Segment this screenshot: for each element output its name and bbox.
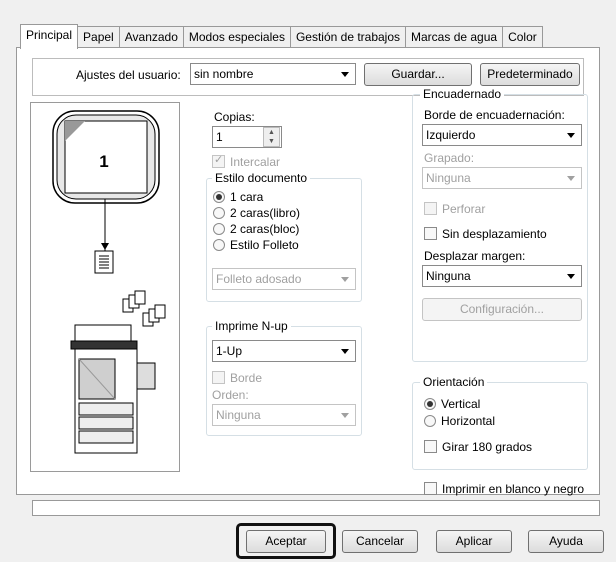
cancel-button[interactable]: Cancelar bbox=[342, 530, 418, 553]
user-settings-value: sin nombre bbox=[194, 67, 254, 81]
save-button[interactable]: Guardar... bbox=[364, 63, 472, 86]
punch-label: Perforar bbox=[442, 202, 486, 216]
option-2-caras-libro-label: 2 caras(libro) bbox=[230, 206, 301, 220]
preview-area: 1 bbox=[30, 102, 180, 472]
default-button[interactable]: Predeterminado bbox=[480, 63, 580, 86]
down-arrow-icon: ▼ bbox=[268, 138, 275, 145]
user-settings-label: Ajustes del usuario: bbox=[76, 68, 181, 82]
order-label: Orden: bbox=[212, 388, 249, 402]
nup-title: Imprime N-up bbox=[212, 319, 291, 333]
border-label: Borde bbox=[230, 371, 263, 385]
nup-select[interactable]: 1-Up bbox=[212, 340, 356, 362]
staple-value: Ninguna bbox=[426, 171, 471, 185]
tab-principal[interactable]: Principal bbox=[20, 24, 79, 49]
rotate-180-label: Girar 180 grados bbox=[442, 440, 533, 454]
copies-label: Copias: bbox=[214, 110, 255, 124]
chevron-down-icon bbox=[341, 413, 349, 418]
collate-label: Intercalar bbox=[230, 155, 281, 169]
copies-value: 1 bbox=[216, 130, 223, 144]
chevron-down-icon bbox=[567, 176, 575, 181]
tab-marcas-agua[interactable]: Marcas de agua bbox=[405, 26, 504, 48]
horizontal-label: Horizontal bbox=[441, 414, 496, 428]
radio-horizontal[interactable] bbox=[424, 415, 436, 427]
radio-estilo-folleto[interactable] bbox=[213, 239, 225, 251]
radio-1-cara[interactable] bbox=[213, 191, 225, 203]
bw-label: Imprimir en blanco y negro bbox=[442, 482, 585, 496]
radio-2-caras-libro[interactable] bbox=[213, 207, 225, 219]
user-settings-select[interactable]: sin nombre bbox=[190, 63, 356, 85]
up-arrow-icon: ▲ bbox=[268, 129, 275, 136]
chevron-down-icon bbox=[341, 72, 349, 77]
binding-edge-value: Izquierdo bbox=[426, 128, 476, 142]
margin-select[interactable]: Ninguna bbox=[422, 265, 582, 287]
order-value: Ninguna bbox=[216, 408, 261, 422]
order-select[interactable]: Ninguna bbox=[212, 404, 356, 426]
margin-value: Ninguna bbox=[426, 269, 471, 283]
no-offset-label: Sin desplazamiento bbox=[442, 227, 547, 241]
tab-papel[interactable]: Papel bbox=[77, 26, 120, 48]
chevron-down-icon bbox=[567, 133, 575, 138]
binding-edge-label: Borde de encuadernación: bbox=[424, 108, 565, 122]
staple-label: Grapado: bbox=[424, 151, 475, 165]
printer-preview-graphic: 1 bbox=[52, 110, 166, 454]
nup-value: 1-Up bbox=[216, 344, 243, 358]
chevron-down-icon bbox=[567, 274, 575, 279]
radio-vertical[interactable] bbox=[424, 398, 436, 410]
punch-checkbox[interactable] bbox=[424, 202, 437, 215]
staple-select[interactable]: Ninguna bbox=[422, 167, 582, 189]
rotate-180-checkbox[interactable] bbox=[424, 440, 437, 453]
margin-label: Desplazar margen: bbox=[424, 249, 526, 263]
option-1-cara-label: 1 cara bbox=[230, 190, 264, 204]
tab-color[interactable]: Color bbox=[502, 26, 543, 48]
booklet-select[interactable]: Folleto adosado bbox=[212, 268, 356, 290]
preview-page-number: 1 bbox=[99, 152, 108, 171]
binding-edge-select[interactable]: Izquierdo bbox=[422, 124, 582, 146]
tab-gestion-trabajos[interactable]: Gestión de trabajos bbox=[289, 26, 407, 48]
document-style-title: Estilo documento bbox=[212, 171, 311, 185]
tab-bar: Principal Papel Avanzado Modos especiale… bbox=[20, 24, 543, 49]
orientation-group bbox=[412, 382, 588, 470]
chevron-down-icon bbox=[341, 277, 349, 282]
help-button[interactable]: Ayuda bbox=[528, 530, 604, 553]
orientation-title: Orientación bbox=[420, 375, 488, 389]
option-estilo-folleto-label: Estilo Folleto bbox=[230, 238, 299, 252]
tab-avanzado[interactable]: Avanzado bbox=[118, 26, 184, 48]
binding-title: Encuadernado bbox=[420, 87, 505, 101]
radio-2-caras-bloc[interactable] bbox=[213, 223, 225, 235]
copies-stepper[interactable]: ▲ ▼ bbox=[263, 127, 280, 147]
apply-button[interactable]: Aplicar bbox=[436, 530, 512, 553]
vertical-label: Vertical bbox=[441, 397, 481, 411]
option-2-caras-bloc-label: 2 caras(bloc) bbox=[230, 222, 300, 236]
no-offset-checkbox[interactable] bbox=[424, 227, 437, 240]
configuration-button[interactable]: Configuración... bbox=[422, 298, 582, 321]
border-checkbox[interactable] bbox=[212, 371, 225, 384]
chevron-down-icon bbox=[341, 349, 349, 354]
collate-checkbox[interactable] bbox=[212, 153, 225, 168]
ok-button[interactable]: Aceptar bbox=[246, 530, 326, 553]
bw-checkbox[interactable] bbox=[424, 482, 437, 495]
booklet-value: Folleto adosado bbox=[216, 272, 302, 286]
tab-modos-especiales[interactable]: Modos especiales bbox=[182, 26, 291, 48]
status-bar bbox=[32, 500, 600, 516]
